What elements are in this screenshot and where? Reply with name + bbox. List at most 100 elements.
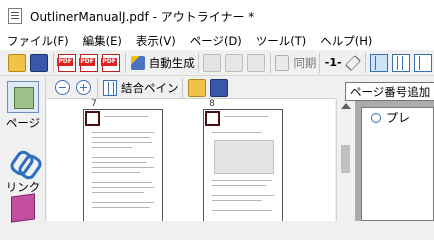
page-number-label: 8 <box>209 99 215 109</box>
text-line <box>92 142 152 143</box>
magic-wand-icon <box>130 55 145 70</box>
open-page-button[interactable] <box>186 77 208 99</box>
page-thumbnail[interactable] <box>203 109 283 221</box>
left-sidebar: ページ リンク <box>0 77 46 223</box>
open-button[interactable] <box>6 52 28 74</box>
sync-button[interactable]: 同期 <box>273 52 316 74</box>
menu-bar: ファイル(F) 編集(E) 表示(V) ページ(D) ツール(T) ヘルプ(H) <box>0 32 434 50</box>
pdf-merge-button[interactable]: PDF <box>100 52 122 74</box>
menu-edit[interactable]: 編集(E) <box>76 33 129 49</box>
pdf-export-icon: PDF <box>79 53 99 72</box>
scroll-up-arrow-icon[interactable] <box>341 103 351 109</box>
text-line <box>92 187 154 188</box>
open-folder-icon <box>8 53 26 72</box>
copy-button[interactable] <box>223 52 245 74</box>
pdf-merge-icon: PDF <box>101 53 121 72</box>
page-number-label: 7 <box>91 99 97 109</box>
page-thumbnail-pane[interactable]: 7 8 <box>47 99 335 221</box>
zoom-in-button[interactable] <box>76 80 91 95</box>
open-folder-icon <box>187 78 206 97</box>
text-line <box>212 195 274 196</box>
pdf-export-button[interactable]: PDF <box>78 52 100 74</box>
outline-preview-pane[interactable]: プレ <box>355 99 434 221</box>
main-toolbar: PDF PDF PDF 自動生成 同期 -1- <box>0 50 434 76</box>
save-page-button[interactable] <box>208 77 230 99</box>
pdf-badge: PDF <box>79 57 95 66</box>
menu-view[interactable]: 表示(V) <box>129 33 183 49</box>
menu-tools[interactable]: ツール(T) <box>249 33 314 49</box>
toolbar-separator <box>97 77 98 98</box>
split-pane-button[interactable] <box>390 52 412 74</box>
text-line <box>92 172 140 173</box>
pdf-open-button[interactable]: PDF <box>56 52 78 74</box>
scissors-icon <box>203 53 222 72</box>
sync-label: 同期 <box>293 55 317 70</box>
sync-icon <box>275 54 290 71</box>
selection-checkbox[interactable] <box>85 111 100 126</box>
auto-generate-button[interactable]: 自動生成 <box>129 52 195 74</box>
app-icon <box>8 8 22 24</box>
split-pane-icon <box>391 53 410 72</box>
combine-pane-button[interactable]: 結合ペイン <box>101 77 179 99</box>
circle-icon <box>371 113 381 123</box>
combine-pane-label: 結合ペイン <box>121 80 179 95</box>
text-line <box>92 137 150 138</box>
combine-pane-icon <box>103 79 117 96</box>
pdf-icon: PDF <box>57 53 77 72</box>
single-pane-icon <box>369 53 388 72</box>
text-line <box>92 192 144 193</box>
link-icon <box>9 147 37 177</box>
sidebar-item-label: リンク <box>5 180 41 194</box>
layout-pane-icon <box>413 53 432 72</box>
page-number-indicator: -1- <box>324 56 342 69</box>
text-line <box>212 200 262 201</box>
paste-icon <box>247 53 266 72</box>
text-line <box>92 147 132 148</box>
text-line <box>92 167 154 168</box>
save-disk-icon <box>209 78 228 97</box>
toolbar-separator <box>181 77 183 98</box>
single-pane-button[interactable] <box>368 52 390 74</box>
copy-icon <box>225 53 244 72</box>
sidebar-item-link[interactable]: リンク <box>4 147 42 195</box>
text-line <box>92 207 150 208</box>
menu-file[interactable]: ファイル(F) <box>0 33 76 49</box>
edit-button[interactable] <box>344 52 362 74</box>
text-line <box>104 116 148 117</box>
sidebar-item-page[interactable]: ページ <box>4 81 42 131</box>
outline-page-item[interactable]: プレ <box>361 107 434 221</box>
zoom-out-button[interactable] <box>55 80 70 95</box>
text-line <box>212 210 272 211</box>
pdf-badge: PDF <box>101 57 117 66</box>
menu-page[interactable]: ページ(D) <box>183 33 249 49</box>
text-line <box>212 132 262 133</box>
sidebar-item-bookmark[interactable] <box>4 193 42 223</box>
menu-help[interactable]: ヘルプ(H) <box>313 33 379 49</box>
page-thumbnail[interactable] <box>83 109 163 221</box>
layout-pane-button[interactable] <box>412 52 434 74</box>
paste-button[interactable] <box>245 52 267 74</box>
selection-checkbox[interactable] <box>205 111 220 126</box>
text-line <box>212 180 272 181</box>
bookmark-icon <box>11 193 35 223</box>
text-line <box>212 185 266 186</box>
text-line <box>92 162 147 163</box>
tooltip: ページ番号追加 <box>345 82 434 101</box>
text-line <box>224 116 268 117</box>
pdf-badge: PDF <box>57 57 73 66</box>
cut-button[interactable] <box>201 52 223 74</box>
vertical-scrollbar[interactable] <box>336 99 354 221</box>
page-number-button[interactable]: -1- <box>323 52 344 74</box>
pages-toolbar: 結合ペイン <box>47 77 335 99</box>
save-button[interactable] <box>28 52 50 74</box>
save-disk-icon <box>30 53 48 72</box>
screenshot-figure <box>214 140 274 174</box>
text-line <box>92 157 154 158</box>
text-line <box>92 202 154 203</box>
text-line <box>92 182 152 183</box>
window-title: OutlinerManualJ.pdf - アウトライナー * <box>30 9 255 24</box>
scrollbar-thumb[interactable] <box>341 145 350 173</box>
text-line <box>92 132 154 133</box>
sidebar-item-label: ページ <box>5 116 41 130</box>
pencil-icon <box>344 54 361 71</box>
